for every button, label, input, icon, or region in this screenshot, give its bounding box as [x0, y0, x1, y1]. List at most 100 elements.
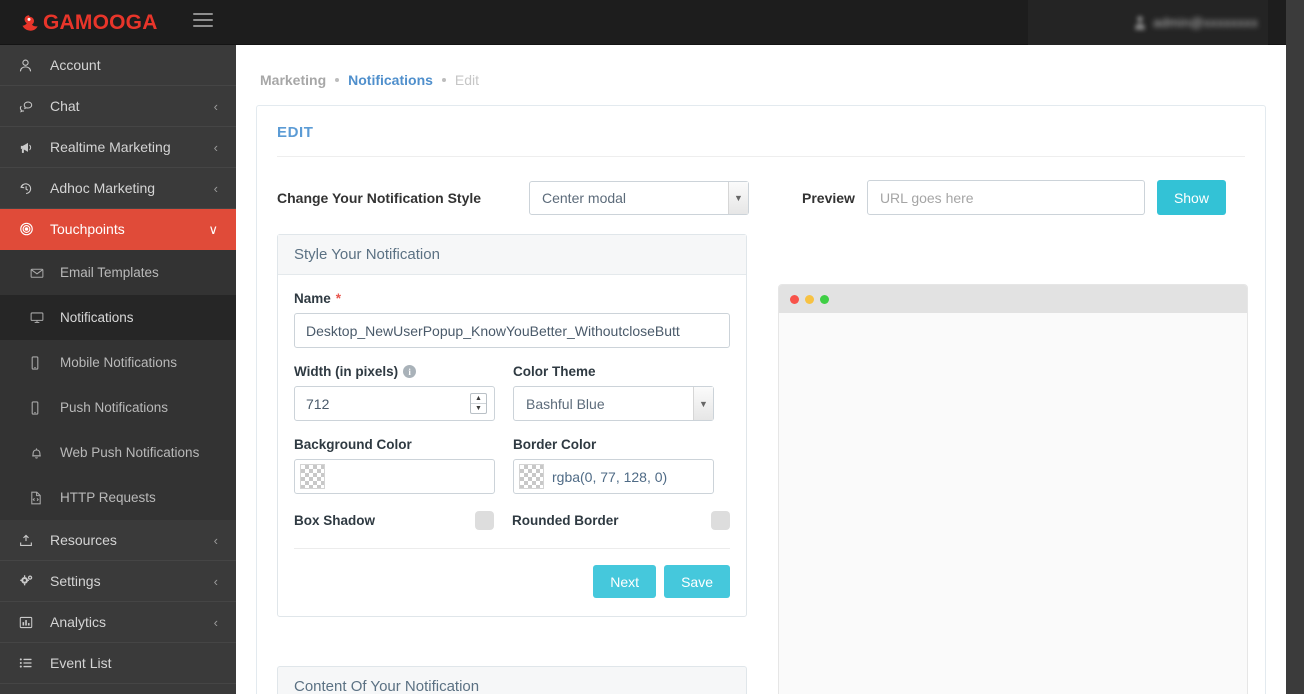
- preview-browser-viewport: [779, 313, 1247, 694]
- width-field-group: Width (in pixels) i ▲ ▼: [294, 364, 495, 421]
- rounded-border-group: Rounded Border: [512, 511, 730, 530]
- stepper-down-icon[interactable]: ▼: [471, 404, 486, 413]
- bell-icon: [30, 446, 52, 460]
- traffic-light-maximize-icon: [820, 294, 829, 304]
- megaphone-icon: [18, 140, 40, 155]
- chevron-down-icon: ∨: [208, 221, 218, 237]
- hamburger-menu-icon[interactable]: [193, 13, 213, 31]
- user-avatar-icon: [1134, 15, 1146, 30]
- breadcrumb-separator-icon: [441, 78, 446, 82]
- sidebar-subitem-label: Push Notifications: [60, 400, 169, 415]
- width-input-wrap: ▲ ▼: [294, 386, 495, 421]
- brand-name: GAMOOGA: [43, 10, 158, 34]
- sidebar-item-label: Resources: [50, 532, 117, 548]
- sidebar-subitem-notifications[interactable]: Notifications: [0, 295, 236, 340]
- sidebar-item-label: Settings: [50, 573, 101, 589]
- chevron-down-icon[interactable]: ▼: [728, 182, 748, 214]
- sidebar-item-adhoc-marketing[interactable]: Adhoc Marketing ‹: [0, 168, 236, 209]
- name-field-label: Name *: [294, 291, 730, 306]
- user-icon: [18, 58, 40, 73]
- chevron-left-icon: ‹: [213, 614, 218, 630]
- background-color-swatch-icon[interactable]: [300, 464, 325, 489]
- notification-style-select[interactable]: Center modal ▼: [529, 181, 749, 215]
- show-preview-button[interactable]: Show: [1156, 180, 1226, 215]
- preview-browser-mock: [778, 284, 1248, 694]
- save-button[interactable]: Save: [664, 565, 730, 598]
- content-panel-title: Content Of Your Notification: [294, 677, 480, 694]
- sidebar-item-label: Account: [50, 57, 101, 73]
- width-label-text: Width (in pixels): [294, 364, 399, 379]
- color-theme-select[interactable]: Bashful Blue ▼: [513, 386, 714, 421]
- upload-icon: [18, 533, 40, 548]
- desktop-icon: [30, 311, 52, 324]
- chevron-down-icon[interactable]: ▼: [693, 387, 713, 420]
- sidebar-subitem-email-templates[interactable]: Email Templates: [0, 250, 236, 295]
- form-button-row: Next Save: [294, 565, 730, 598]
- rounded-border-label: Rounded Border: [512, 513, 619, 528]
- sidebar-subitem-web-push-notifications[interactable]: Web Push Notifications: [0, 430, 236, 475]
- sidebar-subitem-label: Email Templates: [60, 265, 159, 280]
- preview-row: Preview Show: [802, 180, 1226, 215]
- chevron-left-icon: ‹: [213, 532, 218, 548]
- sidebar-item-analytics[interactable]: Analytics ‹: [0, 602, 236, 643]
- info-icon[interactable]: i: [403, 365, 417, 378]
- border-color-input[interactable]: rgba(0, 77, 128, 0): [513, 459, 714, 494]
- sidebar-item-label: Realtime Marketing: [50, 139, 171, 155]
- name-input[interactable]: [294, 313, 730, 348]
- style-panel-body: Name * Width (in pixels) i: [278, 275, 746, 616]
- content-of-notification-panel[interactable]: Content Of Your Notification: [277, 666, 747, 694]
- stepper-up-icon[interactable]: ▲: [471, 394, 486, 404]
- user-account-menu[interactable]: admin@xxxxxxxx: [1134, 0, 1268, 45]
- hamburger-bar: [193, 13, 213, 15]
- chevron-left-icon: ‹: [213, 139, 218, 155]
- page-title: EDIT: [277, 124, 314, 141]
- rounded-border-checkbox[interactable]: [711, 511, 730, 530]
- border-color-value: rgba(0, 77, 128, 0): [552, 468, 668, 485]
- width-stepper[interactable]: ▲ ▼: [470, 393, 487, 414]
- color-theme-value: Bashful Blue: [526, 395, 605, 412]
- sidebar-item-label: Adhoc Marketing: [50, 180, 156, 196]
- sidebar-subitem-label: Notifications: [60, 310, 134, 325]
- preview-browser-chrome: [779, 285, 1247, 313]
- color-theme-field-group: Color Theme Bashful Blue ▼: [513, 364, 714, 421]
- user-email-label: admin@xxxxxxxx: [1153, 15, 1258, 30]
- sidebar-item-label: Chat: [50, 98, 80, 114]
- right-dark-rail: [1286, 0, 1304, 694]
- sidebar-item-label: Analytics: [50, 614, 107, 630]
- next-button[interactable]: Next: [593, 565, 657, 598]
- sidebar-item-resources[interactable]: Resources ‹: [0, 520, 236, 561]
- sidebar-item-account[interactable]: Account: [0, 45, 236, 86]
- sidebar-item-touchpoints[interactable]: Touchpoints ∨: [0, 209, 236, 250]
- left-sidebar-nav: Account Chat ‹ Realtime Marketing ‹ Adho…: [0, 45, 236, 694]
- width-field-label: Width (in pixels) i: [294, 364, 495, 379]
- style-panel-header[interactable]: Style Your Notification: [278, 235, 746, 275]
- width-input[interactable]: [294, 386, 495, 421]
- list-icon: [18, 656, 40, 670]
- border-color-swatch-icon[interactable]: [519, 464, 544, 489]
- sidebar-item-event-list[interactable]: Event List: [0, 643, 236, 684]
- sidebar-subitem-http-requests[interactable]: HTTP Requests: [0, 475, 236, 520]
- box-shadow-checkbox[interactable]: [475, 511, 494, 530]
- preview-url-input[interactable]: [866, 180, 1145, 215]
- preview-label: Preview: [802, 189, 855, 206]
- background-color-input[interactable]: [294, 459, 495, 494]
- border-color-group: Border Color rgba(0, 77, 128, 0): [513, 437, 714, 494]
- sidebar-item-settings[interactable]: Settings ‹: [0, 561, 236, 602]
- chat-icon: [18, 99, 40, 114]
- breadcrumb-item-notifications[interactable]: Notifications: [348, 72, 433, 88]
- width-theme-row: Width (in pixels) i ▲ ▼: [294, 364, 730, 421]
- gamooga-logo-icon: [18, 12, 40, 34]
- history-icon: [18, 181, 40, 196]
- breadcrumb-item-edit: Edit: [454, 72, 480, 88]
- sidebar-item-chat[interactable]: Chat ‹: [0, 86, 236, 127]
- sidebar-subitem-mobile-notifications[interactable]: Mobile Notifications: [0, 340, 236, 385]
- hamburger-bar: [193, 25, 213, 27]
- sidebar-item-realtime-marketing[interactable]: Realtime Marketing ‹: [0, 127, 236, 168]
- breadcrumb-item-marketing[interactable]: Marketing: [260, 72, 326, 88]
- border-color-label-text: Border Color: [513, 437, 597, 452]
- breadcrumb: Marketing Notifications Edit: [260, 72, 479, 88]
- sidebar-subitem-label: Mobile Notifications: [60, 355, 178, 370]
- name-label-text: Name: [294, 291, 331, 306]
- sidebar-subitem-push-notifications[interactable]: Push Notifications: [0, 385, 236, 430]
- title-divider: [277, 156, 1245, 157]
